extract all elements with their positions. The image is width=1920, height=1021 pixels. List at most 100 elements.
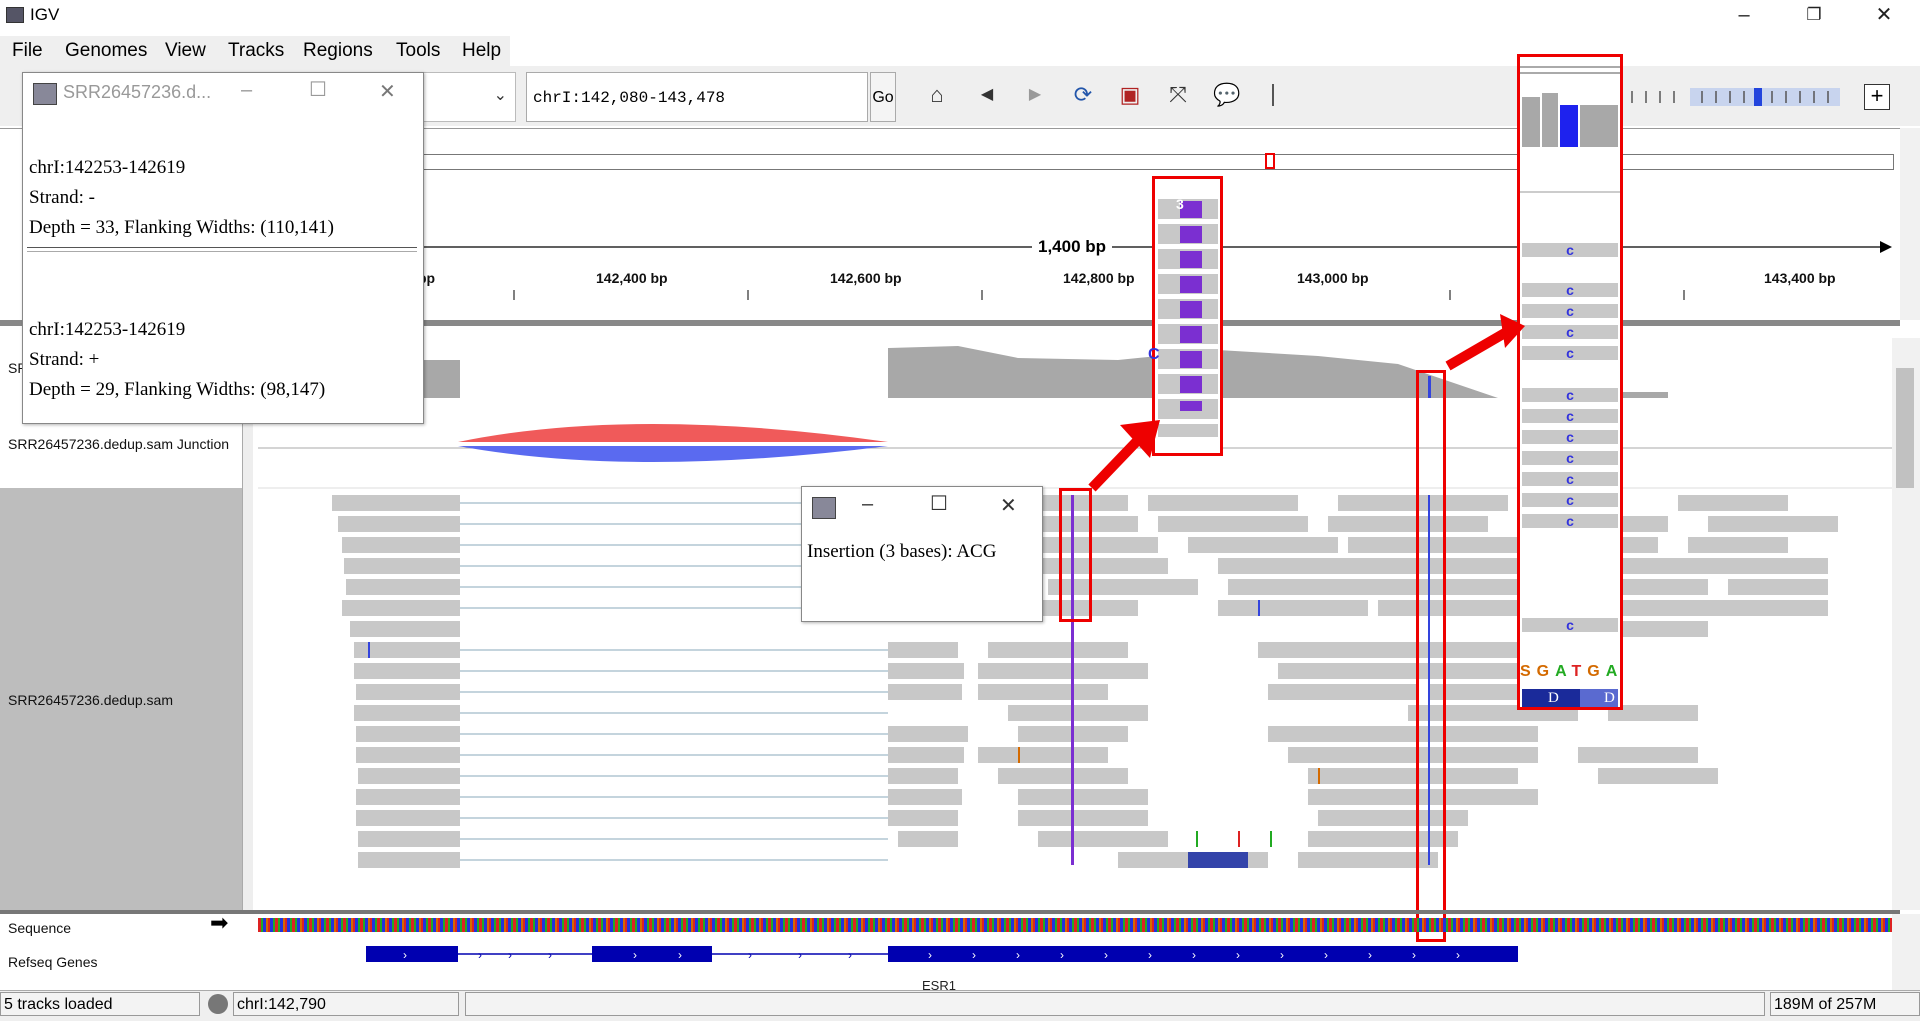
menu-view[interactable]: View: [165, 40, 206, 62]
junction-strand: Strand: +: [29, 349, 100, 370]
svg-text:›: ›: [678, 948, 682, 962]
strand-arrow-icon[interactable]: ➡: [210, 910, 228, 936]
menu-tools[interactable]: Tools: [396, 40, 440, 62]
locus-input[interactable]: chrI:142,080-143,478: [526, 72, 868, 122]
zoom-in-icon[interactable]: +: [1864, 84, 1890, 110]
sequence-track[interactable]: [258, 918, 1892, 932]
refresh-icon[interactable]: ⟳: [1068, 80, 1098, 110]
junction-depth: Depth = 33, Flanking Widths: (110,141): [29, 217, 334, 238]
svg-text:›: ›: [1280, 948, 1284, 962]
current-region-marker: [1265, 153, 1275, 169]
popup-close-button[interactable]: ✕: [379, 79, 396, 104]
svg-text:c: c: [1566, 282, 1574, 298]
gene-name-label: ESR1: [922, 978, 956, 990]
title-bar: [0, 0, 1920, 30]
data-scrollbar[interactable]: [1892, 338, 1920, 910]
svg-text:›: ›: [508, 948, 512, 962]
popup-maximize-button[interactable]: ☐: [309, 77, 327, 102]
popup-minimize-button[interactable]: –: [241, 79, 252, 102]
window-title: IGV: [30, 5, 60, 24]
svg-text:›: ›: [1060, 948, 1064, 962]
menu-regions[interactable]: Regions: [303, 40, 373, 62]
chevron-down-icon: ⌄: [493, 87, 507, 104]
region-of-interest-icon[interactable]: ▣: [1115, 80, 1145, 110]
svg-text:›: ›: [548, 948, 552, 962]
base-letter: A: [1605, 663, 1624, 680]
forward-icon[interactable]: ▶: [1020, 80, 1050, 110]
insertion-info-popup: – ☐ ✕ Insertion (3 bases): ACG: [801, 486, 1043, 622]
ruler-tick-label: 143,400 bp: [1764, 270, 1836, 286]
menu-help[interactable]: Help: [462, 40, 501, 62]
svg-text:›: ›: [972, 948, 976, 962]
chromosome-ideogram[interactable]: [418, 154, 1894, 170]
ruler-span-label: 1,400 bp: [1032, 237, 1113, 257]
close-button[interactable]: ✕: [1855, 0, 1913, 30]
back-icon[interactable]: ◀: [972, 80, 1002, 110]
zoom-slider[interactable]: [1630, 88, 1850, 106]
panel-divider[interactable]: [0, 910, 1900, 914]
junction-track-name[interactable]: SRR26457236.dedup.sam Junction: [8, 436, 229, 452]
menu-tracks[interactable]: Tracks: [228, 40, 284, 62]
svg-text:›: ›: [1148, 948, 1152, 962]
junction-info-popup: SRR26457236.d... – ☐ ✕ chrI:142253-14261…: [22, 72, 424, 424]
alignment-track-name[interactable]: SRR26457236.dedup.sam: [8, 692, 173, 708]
svg-text:›: ›: [1456, 948, 1460, 962]
popup-title-bar[interactable]: – ☐ ✕: [802, 487, 1042, 527]
popup-title: SRR26457236.d...: [63, 82, 212, 102]
svg-text:›: ›: [928, 948, 932, 962]
svg-text:›: ›: [1324, 948, 1328, 962]
gene-track[interactable]: › › › › › › › › › › › › › › › › › › › › › ›: [258, 944, 1892, 990]
reference-bases: SGATGA: [1520, 663, 1623, 681]
popup-maximize-button[interactable]: ☐: [930, 491, 948, 516]
resize-icon[interactable]: ⤧: [1163, 80, 1193, 110]
ruler-tick-label: 142,800 bp: [1063, 270, 1135, 286]
deletion-label: D: [1604, 690, 1615, 706]
ruler-tick-label: 143,000 bp: [1297, 270, 1369, 286]
deletion-label: D: [1548, 690, 1559, 706]
memory-usage: 189M of 257M: [1770, 992, 1920, 1016]
status-message-area: [465, 992, 1765, 1016]
base-letter: T: [1571, 663, 1588, 680]
restore-button[interactable]: ❐: [1785, 0, 1843, 30]
status-message: 5 tracks loaded: [0, 992, 200, 1016]
ruler-tick-label: 142,600 bp: [830, 270, 902, 286]
insertion-count-label: 3: [1176, 196, 1184, 212]
svg-text:c: c: [1566, 513, 1574, 529]
popup-divider: [27, 247, 417, 252]
svg-text:›: ›: [748, 948, 752, 962]
igv-window-icon: [812, 497, 836, 519]
svg-text:›: ›: [848, 948, 852, 962]
junction-location: chrI:142253-142619: [29, 157, 186, 178]
status-locus: chrI:142,790: [233, 992, 459, 1016]
go-button[interactable]: Go: [870, 72, 896, 122]
minimize-button[interactable]: –: [1715, 0, 1773, 30]
popup-info-icon[interactable]: 💬: [1212, 80, 1242, 110]
svg-text:›: ›: [1368, 948, 1372, 962]
menu-file[interactable]: File: [12, 40, 43, 62]
toolbar-divider: [1272, 84, 1274, 106]
menu-genomes[interactable]: Genomes: [65, 40, 147, 62]
base-letter: A: [1555, 663, 1572, 680]
junction-strand: Strand: -: [29, 187, 95, 208]
chromosome-dropdown[interactable]: ⌄: [420, 72, 516, 122]
igv-window-icon: [33, 83, 57, 105]
popup-close-button[interactable]: ✕: [1000, 493, 1017, 518]
bottom-scrollbar[interactable]: [1892, 914, 1920, 990]
popup-title-bar[interactable]: SRR26457236.d... – ☐ ✕: [23, 73, 423, 113]
svg-text:c: c: [1566, 242, 1574, 258]
svg-text:›: ›: [478, 948, 482, 962]
genes-track-name[interactable]: Refseq Genes: [8, 954, 98, 970]
home-icon[interactable]: ⌂: [922, 80, 952, 110]
svg-text:›: ›: [1104, 948, 1108, 962]
svg-text:›: ›: [633, 948, 637, 962]
base-prefix: S: [1520, 663, 1537, 680]
junction-location: chrI:142253-142619: [29, 319, 186, 340]
activity-indicator-icon: [208, 994, 228, 1014]
svg-text:›: ›: [1192, 948, 1196, 962]
sequence-track-name[interactable]: Sequence: [8, 920, 71, 936]
svg-text:›: ›: [403, 948, 407, 962]
ruler-scrollbar[interactable]: [1900, 128, 1920, 320]
svg-text:›: ›: [1412, 948, 1416, 962]
popup-minimize-button[interactable]: –: [862, 493, 873, 516]
base-letter: G: [1536, 663, 1556, 680]
